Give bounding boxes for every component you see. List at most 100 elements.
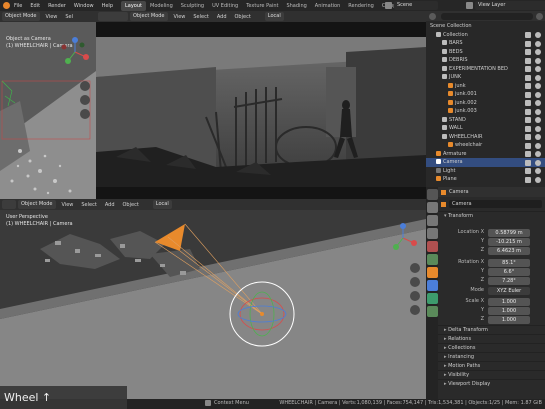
transform-panel-header[interactable]: ▾ Transform	[438, 211, 545, 220]
tab-shading[interactable]: Shading	[282, 1, 310, 11]
bottom-zoom-icon[interactable]	[410, 263, 420, 273]
outliner-item[interactable]: Camera	[426, 158, 545, 167]
tab-uv-editing[interactable]: UV Editing	[208, 1, 242, 11]
eye-icon[interactable]	[535, 142, 541, 149]
menu-edit[interactable]: Edit	[26, 3, 44, 9]
panel-delta-transform[interactable]: ▸ Delta Transform	[438, 325, 545, 334]
eye-icon[interactable]	[535, 117, 541, 123]
eye-icon[interactable]	[535, 100, 541, 106]
rotation-x-field[interactable]: 85.1°	[488, 259, 530, 267]
navigation-gizmo[interactable]	[58, 35, 92, 69]
tool-icon[interactable]	[426, 189, 438, 200]
object-name-field[interactable]: Camera	[449, 200, 542, 208]
camera-viewport[interactable]: Object Mode View Select Add Object Local	[96, 11, 426, 199]
view-layer-name[interactable]: View Layer	[475, 1, 545, 10]
outliner-item[interactable]: EXPERIMENTATION BED	[426, 65, 545, 74]
tab-sculpting[interactable]: Sculpting	[177, 1, 208, 11]
eye-icon[interactable]	[535, 83, 541, 89]
menu-file[interactable]: File	[10, 3, 26, 9]
outliner-item[interactable]: BEDS	[426, 48, 545, 57]
data-icon[interactable]	[426, 306, 438, 317]
outliner-item[interactable]: JUNK	[426, 73, 545, 82]
tab-rendering[interactable]: Rendering	[344, 1, 378, 11]
visibility-checkbox[interactable]	[525, 108, 531, 115]
visibility-checkbox[interactable]	[525, 32, 531, 38]
visibility-checkbox[interactable]	[525, 49, 531, 55]
menu-select[interactable]: Select	[189, 14, 212, 20]
eye-icon[interactable]	[535, 57, 541, 64]
outliner-item[interactable]: STAND	[426, 116, 545, 125]
bottom-navigation-gizmo[interactable]	[386, 221, 420, 255]
eye-icon[interactable]	[535, 32, 541, 38]
visibility-checkbox[interactable]	[525, 125, 531, 132]
panel-instancing[interactable]: ▸ Instancing	[438, 352, 545, 361]
eye-icon[interactable]	[535, 40, 541, 47]
outliner-item[interactable]: Plane	[426, 175, 545, 184]
eye-icon[interactable]	[535, 159, 541, 166]
menu-window[interactable]: Window	[70, 3, 98, 9]
tab-texture-paint[interactable]: Texture Paint	[242, 1, 282, 11]
menu-add[interactable]: Add	[213, 14, 231, 20]
rotation-y-field[interactable]: 6.6°	[488, 268, 530, 276]
eye-icon[interactable]	[535, 49, 541, 55]
location-y-field[interactable]: -10.215 m	[488, 238, 530, 246]
mini-viewport[interactable]: Object Mode View Sel Object as Camera (1…	[0, 11, 96, 199]
hand-icon[interactable]	[80, 95, 90, 105]
panel-motion-paths[interactable]: ▸ Motion Paths	[438, 361, 545, 370]
visibility-checkbox[interactable]	[525, 40, 531, 47]
tab-modeling[interactable]: Modeling	[146, 1, 177, 11]
visibility-checkbox[interactable]	[525, 159, 531, 166]
bottom-menu-select[interactable]: Select	[77, 202, 100, 208]
mini-menu-select[interactable]: Sel	[61, 14, 77, 20]
visibility-checkbox[interactable]	[525, 100, 531, 106]
panel-relations[interactable]: ▸ Relations	[438, 334, 545, 343]
view-layer-selector[interactable]: View Layer	[466, 1, 545, 10]
bottom-camera-icon[interactable]	[410, 291, 420, 301]
outliner-item[interactable]: Armature	[426, 150, 545, 159]
render-icon[interactable]	[426, 202, 438, 213]
visibility-checkbox[interactable]	[525, 83, 531, 89]
wrench-icon[interactable]	[426, 280, 438, 291]
outliner-item[interactable]: BARS	[426, 39, 545, 48]
visibility-checkbox[interactable]	[525, 117, 531, 123]
outliner-item[interactable]: wheelchair	[426, 141, 545, 150]
mode-dropdown[interactable]: Object Mode	[130, 12, 168, 21]
rotation-mode-dropdown[interactable]: XYZ Euler	[488, 287, 530, 295]
eye-icon[interactable]	[535, 168, 541, 174]
outliner-item[interactable]: Collection	[426, 31, 545, 40]
scene-name[interactable]: Scene	[394, 1, 438, 10]
scale-y-field[interactable]: 1.000	[488, 307, 530, 315]
outliner-item[interactable]: WHEELCHAIR	[426, 133, 545, 142]
filter-icon[interactable]	[536, 12, 543, 20]
eye-icon[interactable]	[535, 151, 541, 157]
panel-viewport-display[interactable]: ▸ Viewport Display	[438, 379, 545, 388]
visibility-checkbox[interactable]	[525, 91, 531, 98]
physics-icon[interactable]	[426, 293, 438, 304]
world-icon[interactable]	[426, 254, 438, 265]
blender-logo-icon[interactable]	[0, 0, 10, 11]
menu-view[interactable]: View	[170, 14, 190, 20]
eye-icon[interactable]	[535, 66, 541, 72]
visibility-checkbox[interactable]	[525, 151, 531, 157]
scene-selector[interactable]: Scene	[385, 1, 440, 10]
bottom-hand-icon[interactable]	[410, 277, 420, 287]
bottom-transform-orientation[interactable]: Local	[152, 200, 172, 209]
location-z-field[interactable]: 6.4623 m	[488, 247, 530, 255]
outliner-item[interactable]: Light	[426, 167, 545, 176]
scale-z-field[interactable]: 1.000	[488, 316, 530, 324]
bottom-menu-add[interactable]: Add	[101, 202, 119, 208]
location-x-field[interactable]: 0.58799 m	[488, 229, 530, 237]
bottom-mode-dropdown[interactable]: Object Mode	[18, 200, 56, 209]
menu-help[interactable]: Help	[98, 3, 117, 9]
eye-icon[interactable]	[535, 176, 541, 183]
bottom-viewport[interactable]: Object Mode View Select Add Object Local…	[0, 199, 426, 399]
visibility-checkbox[interactable]	[525, 176, 531, 183]
eye-icon[interactable]	[535, 91, 541, 98]
visibility-checkbox[interactable]	[525, 142, 531, 149]
tab-animation[interactable]: Animation	[311, 1, 345, 11]
mini-menu-view[interactable]: View	[42, 14, 62, 20]
eye-icon[interactable]	[535, 108, 541, 115]
outliner-item[interactable]: WALL	[426, 124, 545, 133]
outliner-item[interactable]: DEBRIS	[426, 56, 545, 65]
eye-icon[interactable]	[535, 134, 541, 140]
